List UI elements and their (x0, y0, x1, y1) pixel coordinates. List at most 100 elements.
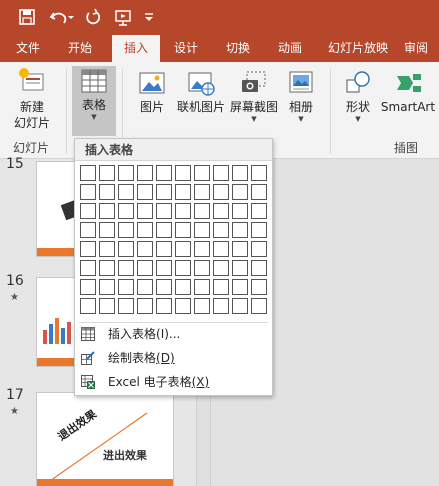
table-grid-cell[interactable] (137, 260, 153, 276)
table-grid-cell[interactable] (175, 260, 191, 276)
excel-spreadsheet-menu-item[interactable]: Excel 电子表格(X) (75, 371, 272, 393)
table-grid-cell[interactable] (232, 222, 248, 238)
table-grid-cell[interactable] (232, 203, 248, 219)
tab-file[interactable]: 文件 (6, 35, 50, 62)
draw-table-menu-item[interactable]: 绘制表格(D) (75, 347, 272, 369)
table-grid-cell[interactable] (156, 222, 172, 238)
tab-slideshow[interactable]: 幻灯片放映 (320, 35, 396, 62)
table-grid-cell[interactable] (99, 165, 115, 181)
table-grid-cell[interactable] (118, 279, 134, 295)
table-grid-cell[interactable] (156, 298, 172, 314)
table-grid-cell[interactable] (213, 241, 229, 257)
picture-button[interactable]: 图片 (132, 70, 172, 115)
customize-qat-icon[interactable] (142, 6, 156, 28)
undo-dropdown-icon[interactable] (66, 6, 76, 28)
table-grid-cell[interactable] (118, 165, 134, 181)
table-grid-cell[interactable] (213, 298, 229, 314)
table-grid-cell[interactable] (194, 184, 210, 200)
online-picture-button[interactable]: 联机图片 (174, 70, 228, 115)
table-grid-cell[interactable] (156, 241, 172, 257)
table-grid-cell[interactable] (137, 184, 153, 200)
table-grid-cell[interactable] (99, 222, 115, 238)
table-grid-cell[interactable] (175, 222, 191, 238)
table-grid-cell[interactable] (80, 203, 96, 219)
table-grid-cell[interactable] (232, 165, 248, 181)
table-grid-cell[interactable] (251, 279, 267, 295)
table-grid-cell[interactable] (99, 241, 115, 257)
tab-design[interactable]: 设计 (164, 35, 208, 62)
save-icon[interactable] (16, 6, 38, 28)
tab-home[interactable]: 开始 (58, 35, 102, 62)
table-grid-cell[interactable] (80, 184, 96, 200)
table-grid-cell[interactable] (194, 165, 210, 181)
table-grid-cell[interactable] (251, 184, 267, 200)
table-grid-cell[interactable] (99, 279, 115, 295)
start-from-beginning-icon[interactable] (112, 6, 134, 28)
table-grid-cell[interactable] (99, 203, 115, 219)
table-grid-cell[interactable] (213, 279, 229, 295)
table-grid-cell[interactable] (194, 203, 210, 219)
tab-insert[interactable]: 插入 (112, 35, 160, 62)
table-grid-cell[interactable] (80, 241, 96, 257)
table-grid-cell[interactable] (156, 165, 172, 181)
table-grid-cell[interactable] (194, 222, 210, 238)
table-grid-cell[interactable] (194, 241, 210, 257)
table-grid-cell[interactable] (213, 222, 229, 238)
table-grid-cell[interactable] (80, 298, 96, 314)
table-grid-cell[interactable] (118, 298, 134, 314)
screenshot-button[interactable]: 屏幕截图 ▼ (228, 70, 280, 123)
table-grid-cell[interactable] (251, 165, 267, 181)
table-size-grid[interactable] (80, 165, 270, 317)
smartart-button[interactable]: SmartArt (380, 70, 436, 115)
table-grid-cell[interactable] (80, 260, 96, 276)
table-grid-cell[interactable] (175, 298, 191, 314)
tab-transitions[interactable]: 切换 (216, 35, 260, 62)
table-grid-cell[interactable] (80, 165, 96, 181)
table-grid-cell[interactable] (156, 184, 172, 200)
table-grid-cell[interactable] (137, 241, 153, 257)
table-grid-cell[interactable] (156, 279, 172, 295)
table-grid-cell[interactable] (137, 165, 153, 181)
new-slide-button[interactable]: 新建 幻灯片 (6, 66, 58, 131)
table-grid-cell[interactable] (232, 298, 248, 314)
table-grid-cell[interactable] (80, 222, 96, 238)
table-grid-cell[interactable] (175, 165, 191, 181)
shapes-button[interactable]: 形状 ▼ (336, 70, 380, 123)
photo-album-button[interactable]: 相册 ▼ (282, 70, 320, 123)
table-grid-cell[interactable] (137, 203, 153, 219)
table-grid-cell[interactable] (194, 279, 210, 295)
table-grid-cell[interactable] (232, 241, 248, 257)
table-grid-cell[interactable] (137, 298, 153, 314)
table-grid-cell[interactable] (118, 222, 134, 238)
table-grid-cell[interactable] (137, 222, 153, 238)
table-grid-cell[interactable] (213, 203, 229, 219)
table-grid-cell[interactable] (99, 260, 115, 276)
table-grid-cell[interactable] (175, 279, 191, 295)
table-button[interactable]: 表格 ▼ (72, 68, 116, 121)
table-grid-cell[interactable] (156, 260, 172, 276)
tab-animations[interactable]: 动画 (268, 35, 312, 62)
table-grid-cell[interactable] (251, 222, 267, 238)
table-grid-cell[interactable] (251, 203, 267, 219)
table-grid-cell[interactable] (251, 260, 267, 276)
table-grid-cell[interactable] (99, 184, 115, 200)
table-grid-cell[interactable] (251, 241, 267, 257)
table-grid-cell[interactable] (213, 184, 229, 200)
table-grid-cell[interactable] (137, 279, 153, 295)
table-grid-cell[interactable] (232, 184, 248, 200)
table-grid-cell[interactable] (175, 184, 191, 200)
table-grid-cell[interactable] (118, 203, 134, 219)
insert-table-menu-item[interactable]: 插入表格(I)... (75, 323, 272, 345)
table-grid-cell[interactable] (213, 260, 229, 276)
table-grid-cell[interactable] (213, 165, 229, 181)
table-grid-cell[interactable] (175, 241, 191, 257)
table-grid-cell[interactable] (251, 298, 267, 314)
table-grid-cell[interactable] (194, 298, 210, 314)
table-grid-cell[interactable] (99, 298, 115, 314)
table-grid-cell[interactable] (232, 260, 248, 276)
tab-review[interactable]: 审阅 (404, 35, 439, 62)
table-grid-cell[interactable] (80, 279, 96, 295)
table-grid-cell[interactable] (118, 184, 134, 200)
table-grid-cell[interactable] (232, 279, 248, 295)
table-grid-cell[interactable] (175, 203, 191, 219)
